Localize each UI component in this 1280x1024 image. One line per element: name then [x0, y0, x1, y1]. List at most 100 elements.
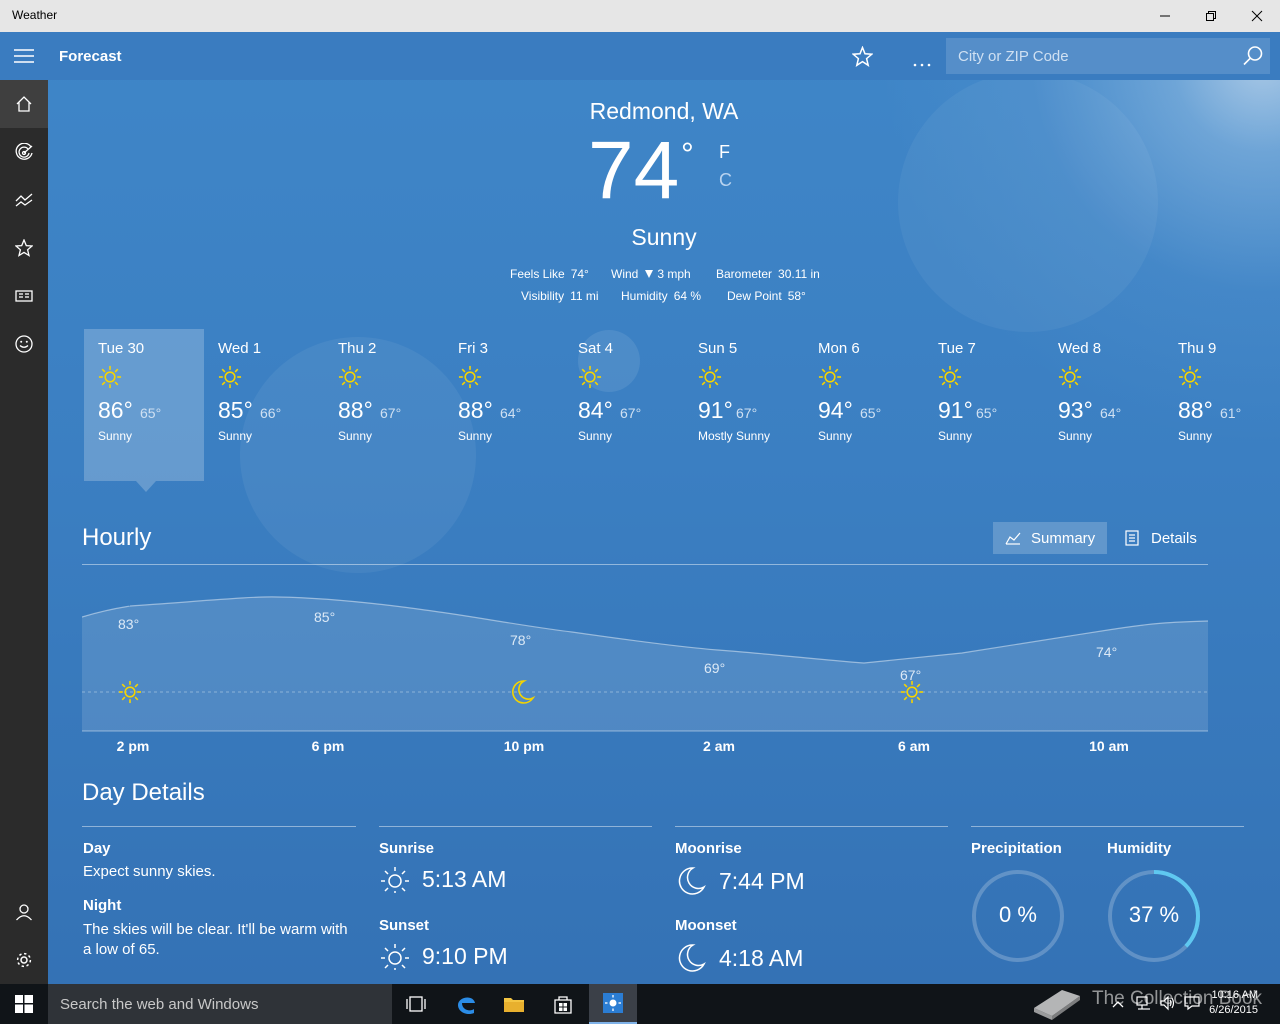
weather-app-icon [603, 993, 623, 1013]
stat-value: 58° [787, 289, 806, 303]
weather-taskbar-button[interactable] [589, 984, 637, 1024]
daily-forecast-day[interactable]: Sun 5 91° 67° Mostly Sunny [684, 329, 804, 481]
daily-forecast-day[interactable]: Thu 9 88° 61° Sunny [1164, 329, 1280, 481]
daily-forecast-day[interactable]: Fri 3 88° 64° Sunny [444, 329, 564, 481]
current-condition: Sunny [631, 224, 697, 250]
daily-forecast-day[interactable]: Tue 7 91° 65° Sunny [924, 329, 1044, 481]
nav-item-feedback[interactable] [0, 320, 48, 368]
task-view-button[interactable] [392, 984, 440, 1024]
volume-button[interactable] [1160, 995, 1176, 1016]
windows-logo-icon [15, 995, 33, 1013]
wind-direction-icon [645, 270, 654, 278]
network-button[interactable] [1136, 995, 1152, 1016]
more-icon [913, 63, 931, 67]
book-icon [1034, 990, 1080, 1020]
day-low: 64° [500, 405, 522, 421]
search-input[interactable] [946, 38, 1236, 74]
day-high: 93° [1058, 397, 1093, 423]
stat-visibility: Visibility 11 mi [521, 289, 599, 303]
sun-icon [338, 365, 362, 394]
day-condition: Sunny [938, 429, 973, 443]
sun-icon [578, 365, 602, 394]
day-low: 67° [620, 405, 642, 421]
star-outline-icon [851, 45, 874, 67]
unit-celsius[interactable]: C [719, 170, 732, 191]
humidity-label: Humidity [1107, 840, 1172, 857]
day-high: 91° [938, 397, 973, 423]
moon-times: Moonrise 7:44 PM Moonset 4:18 AM [675, 840, 805, 974]
hourly-chart: 83° 85° 78° 69° 67° 74° [82, 596, 1208, 732]
nav-item-news[interactable] [0, 272, 48, 320]
system-clock[interactable]: 10:16 AM 6/26/2015 [1209, 988, 1258, 1018]
nav-item-historical[interactable] [0, 176, 48, 224]
summary-toggle-button[interactable]: Summary [993, 522, 1107, 554]
minimize-button[interactable] [1142, 0, 1188, 32]
start-button[interactable] [0, 984, 48, 1024]
daily-forecast-day[interactable]: Wed 1 85° 66° Sunny [204, 329, 324, 481]
daily-forecast-day[interactable]: Thu 2 88° 67° Sunny [324, 329, 444, 481]
precipitation-gauge: 0 % [970, 868, 1066, 964]
day-condition: Sunny [458, 429, 493, 443]
stat-label: Visibility [521, 289, 565, 303]
day-name: Mon 6 [818, 340, 860, 357]
details-toggle-button[interactable]: Details [1113, 522, 1211, 554]
restore-button[interactable] [1188, 0, 1234, 32]
nav-item-maps[interactable] [0, 128, 48, 176]
sun-icon [1178, 365, 1202, 394]
day-high: 94° [818, 397, 853, 423]
details-divider [675, 826, 948, 827]
moonset-icon [678, 944, 706, 972]
day-high: 88° [1178, 397, 1213, 423]
search-box [946, 38, 1270, 74]
stat-value: 64 % [673, 289, 702, 303]
sun-icon [938, 365, 962, 394]
volume-icon [1160, 995, 1175, 1011]
hourly-time-label: 10 am [1089, 738, 1129, 754]
sun-icon [1058, 365, 1082, 394]
moonrise-icon [678, 867, 706, 895]
hourly-temp-label: 67° [900, 667, 921, 683]
daily-forecast-day[interactable]: Sat 4 84° 67° Sunny [564, 329, 684, 481]
hamburger-menu-button[interactable] [0, 32, 48, 80]
hourly-time-label: 10 pm [503, 738, 545, 754]
day-details-title: Day Details [82, 779, 205, 806]
night-text: The skies will be clear. It'll be warm w… [83, 921, 348, 958]
daily-forecast-day[interactable]: Mon 6 94° 65° Sunny [804, 329, 924, 481]
details-divider [82, 826, 356, 827]
stat-feels-like: Feels Like 74° [510, 267, 589, 281]
favorite-button[interactable] [851, 45, 874, 72]
edge-taskbar-button[interactable] [442, 984, 490, 1024]
humidity-value: 37 % [1128, 902, 1180, 927]
show-hidden-icons-button[interactable] [1112, 996, 1124, 1014]
humidity-gauge: 37 % [1106, 868, 1202, 964]
nav-item-settings[interactable] [0, 936, 48, 984]
unit-fahrenheit[interactable]: F [719, 142, 730, 163]
action-center-button[interactable] [1184, 995, 1200, 1016]
list-icon [1125, 530, 1139, 546]
task-view-icon [406, 996, 426, 1012]
more-options-button[interactable] [912, 54, 932, 72]
stat-value: 11 mi [570, 289, 599, 303]
nav-item-places[interactable] [0, 224, 48, 272]
hourly-temp-label: 83° [118, 616, 139, 632]
stat-barometer: Barometer 30.11 in [716, 267, 820, 281]
day-name: Thu 2 [338, 340, 377, 357]
nav-item-account[interactable] [0, 888, 48, 936]
details-label: Details [1151, 529, 1197, 547]
file-explorer-taskbar-button[interactable] [490, 984, 538, 1024]
sunset-label: Sunset [379, 917, 430, 934]
left-nav [0, 32, 48, 984]
stat-value: 30.11 in [778, 267, 820, 281]
hourly-time-label: 6 pm [311, 738, 345, 754]
daily-forecast-day[interactable]: Wed 8 93° 64° Sunny [1044, 329, 1164, 481]
nav-item-forecast[interactable] [0, 80, 48, 128]
close-button[interactable] [1234, 0, 1280, 32]
store-taskbar-button[interactable] [539, 984, 587, 1024]
search-button[interactable] [1242, 45, 1264, 72]
sunset-icon [381, 944, 409, 970]
day-name: Sun 5 [698, 340, 738, 357]
daily-forecast-day[interactable]: Tue 30 86° 65° Sunny [84, 329, 204, 481]
day-text: Expect sunny skies. [83, 863, 216, 880]
sunrise-label: Sunrise [379, 840, 435, 857]
taskbar-search-box[interactable]: Search the web and Windows [48, 984, 392, 1024]
